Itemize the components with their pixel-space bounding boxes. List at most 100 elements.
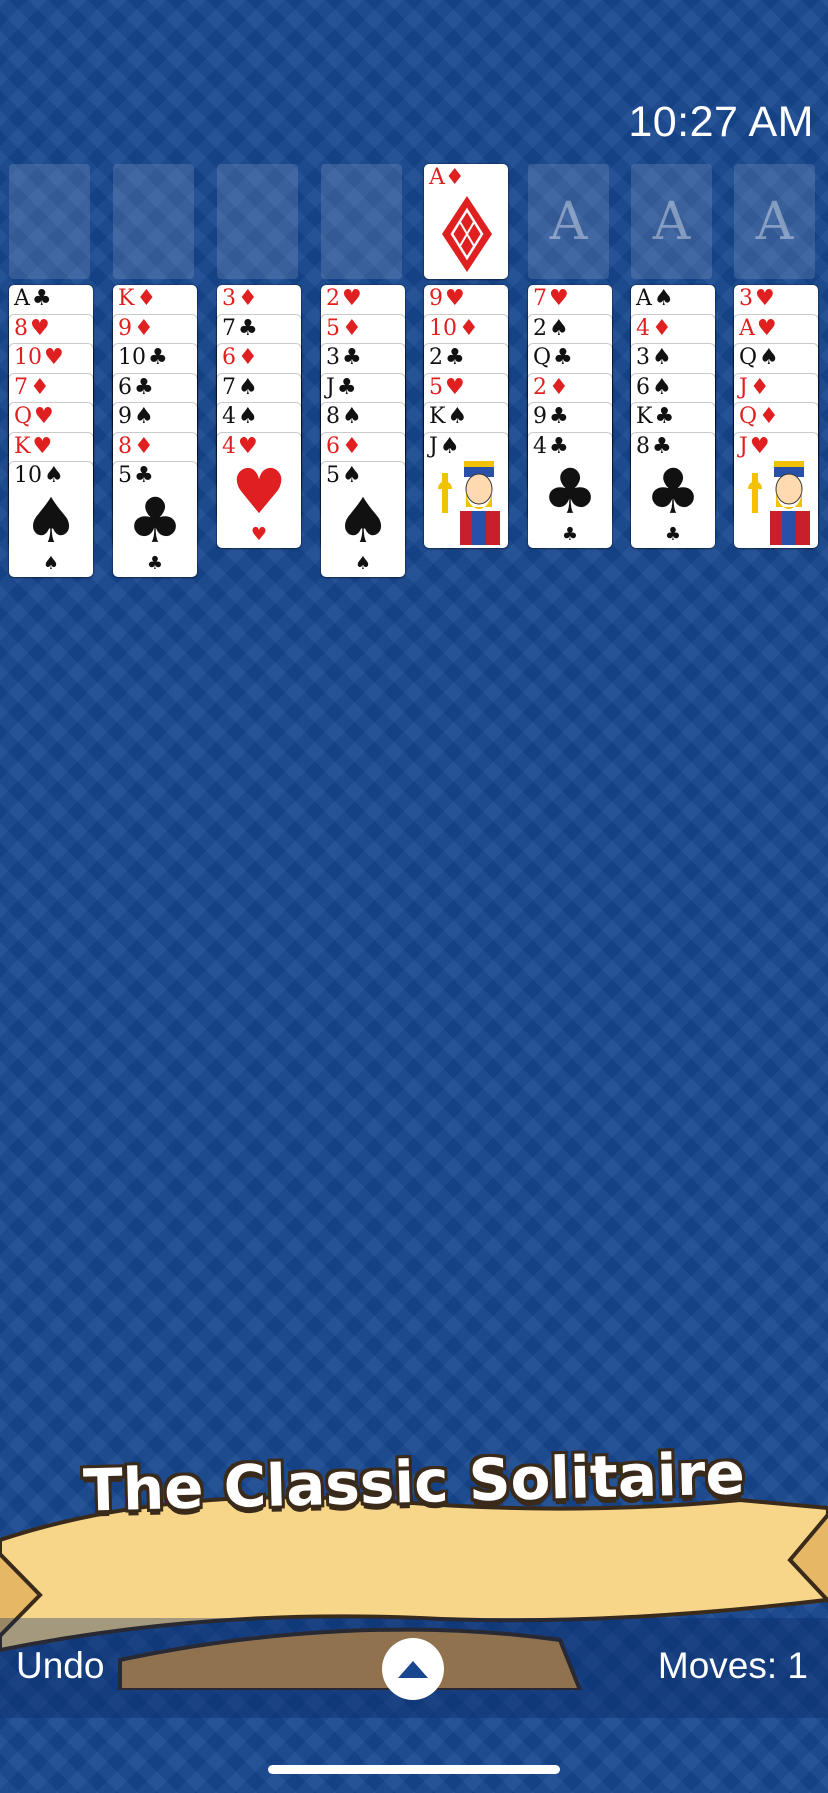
card-suit: ♦ (342, 434, 362, 459)
foundation-placeholder: A (652, 191, 691, 252)
card-center-pip: ♠ (23, 484, 79, 557)
foundation-slot[interactable]: A (631, 164, 712, 279)
card-rank: 6 (636, 375, 650, 400)
card-center-pip: ♣ (645, 455, 701, 528)
tableau-card[interactable]: 8♣ ♣ ♣ (631, 433, 715, 548)
card-rank: 3 (636, 345, 650, 370)
card-corner: 4♦ (636, 317, 672, 341)
card-suit: ♦ (652, 316, 672, 341)
foundation-slot[interactable]: A (528, 164, 609, 279)
card-corner: J♣ (326, 376, 357, 400)
card-corner: Q♥ (14, 405, 54, 429)
tableau-card[interactable]: J♠ (424, 433, 508, 548)
card-corner: J♠ (429, 435, 460, 459)
card-suit: ♥ (755, 286, 775, 311)
card-corner: 6♠ (636, 376, 672, 400)
card-rank: A (14, 286, 30, 311)
card-rank: J (739, 375, 748, 400)
card-corner: Q♠ (739, 346, 779, 370)
card-suit: ♦ (549, 375, 569, 400)
free-cell[interactable] (217, 164, 298, 279)
card-corner: J♥ (739, 435, 770, 459)
tableau-card[interactable]: 5♣ ♣ ♣ (113, 462, 197, 577)
card-suit: ♠ (342, 404, 362, 429)
card-suit: ♦ (136, 286, 157, 311)
card-suit: ♠ (652, 375, 672, 400)
card-corner: 9♠ (118, 405, 154, 429)
card-rank: J (739, 434, 748, 459)
card-corner: 8♥ (14, 317, 50, 341)
card-bottom-pip: ♥ (250, 524, 268, 545)
card-corner: 9♣ (533, 405, 569, 429)
tableau-card[interactable]: 10♠ ♠ ♠ (9, 462, 93, 577)
card-corner: A♣ (14, 287, 52, 311)
card-bottom-pip: ♠ (42, 553, 60, 574)
card-bottom-pip: ♣ (561, 524, 579, 545)
card-suit: ♣ (148, 345, 168, 370)
home-indicator[interactable] (268, 1765, 560, 1774)
card-corner: 7♣ (222, 317, 258, 341)
card-corner: A♥ (739, 317, 777, 341)
card-rank: 4 (222, 404, 236, 429)
free-cell[interactable] (9, 164, 90, 279)
card-rank: 8 (326, 404, 340, 429)
card-rank: J (429, 434, 438, 459)
card-suit: ♣ (336, 375, 357, 400)
card-corner: 9♥ (429, 287, 465, 311)
card-rank: A (739, 316, 755, 341)
card-corner: K♣ (636, 405, 674, 429)
card-corner: Q♣ (533, 346, 573, 370)
card-suit: ♦ (749, 375, 770, 400)
card-corner: K♦ (118, 287, 156, 311)
card-corner: 4♠ (222, 405, 258, 429)
card-corner: Q♦ (739, 405, 779, 429)
card-center-pip: ♥ (231, 455, 287, 528)
card-suit: ♠ (653, 286, 674, 311)
tableau-card[interactable]: 4♥ ♥ ♥ (217, 433, 301, 548)
card-rank: K (429, 404, 446, 429)
foundation-card[interactable]: A♦ (424, 164, 508, 279)
moves-counter: Moves: 1 (657, 1645, 808, 1686)
card-suit: ♦ (238, 286, 258, 311)
card-corner: 5♥ (429, 376, 465, 400)
status-time: 10:27 AM (628, 98, 814, 146)
card-suit: ♥ (549, 286, 569, 311)
menu-button[interactable] (382, 1638, 444, 1700)
card-corner: 7♥ (533, 287, 569, 311)
card-rank: K (118, 286, 135, 311)
undo-button[interactable]: Undo (16, 1645, 104, 1687)
card-rank: 6 (326, 434, 340, 459)
card-suit: ♥ (342, 286, 362, 311)
card-corner: 7♠ (222, 376, 258, 400)
card-corner: 9♦ (118, 317, 154, 341)
tableau-card[interactable]: 4♣ ♣ ♣ (528, 433, 612, 548)
card-corner: 2♦ (533, 376, 569, 400)
card-suit: ♠ (439, 434, 460, 459)
card-suit: ♣ (134, 375, 154, 400)
card-rank: 2 (533, 316, 547, 341)
card-suit: ♣ (238, 316, 258, 341)
card-center-pip: ♣ (542, 455, 598, 528)
card-corner: 7♦ (14, 376, 50, 400)
card-suit: ♣ (445, 345, 465, 370)
card-corner: A♦ (429, 166, 465, 190)
card-rank: Q (533, 345, 552, 370)
card-suit: ♥ (445, 286, 465, 311)
card-rank: Q (14, 404, 33, 429)
card-corner: 10♥ (14, 346, 64, 370)
card-suit: ♣ (553, 345, 573, 370)
card-suit: ♥ (445, 375, 465, 400)
card-rank: 8 (118, 434, 132, 459)
card-rank: 3 (739, 286, 753, 311)
tableau-card[interactable]: 5♠ ♠ ♠ (321, 462, 405, 577)
card-suit: ♦ (30, 375, 50, 400)
foundation-placeholder: A (549, 191, 588, 252)
card-rank: 7 (14, 375, 28, 400)
card-suit: ♠ (549, 316, 569, 341)
tableau-card[interactable]: J♥ (734, 433, 818, 548)
free-cell[interactable] (113, 164, 194, 279)
card-suit: ♠ (447, 404, 468, 429)
card-rank: K (14, 434, 31, 459)
foundation-slot[interactable]: A (734, 164, 815, 279)
free-cell[interactable] (321, 164, 402, 279)
